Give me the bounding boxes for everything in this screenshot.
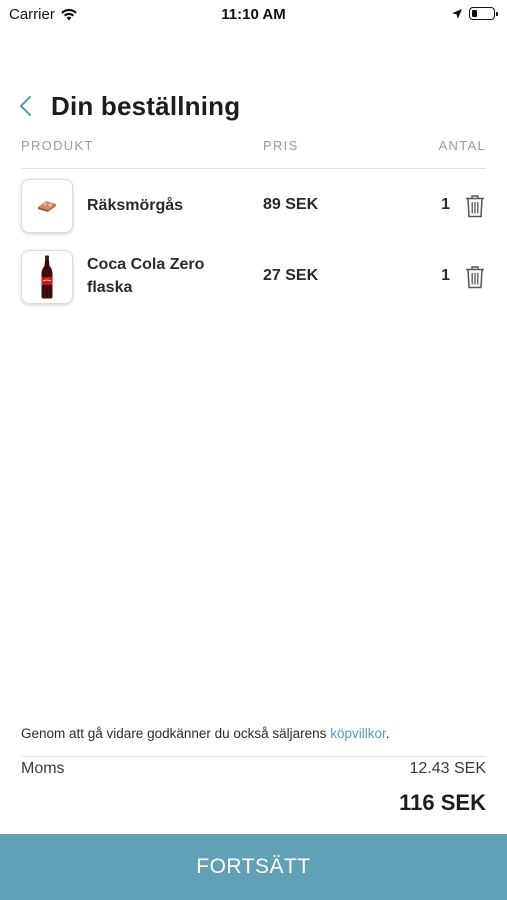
- terms-link[interactable]: köpvillkor: [330, 726, 386, 741]
- status-time: 11:10 AM: [221, 6, 286, 23]
- order-item: Coca Cola Zero flaska 27 SEK 1: [21, 250, 486, 304]
- item-quantity: 1: [441, 196, 450, 213]
- terms-text: Genom att gå vidare godkänner du också s…: [21, 726, 331, 741]
- continue-button-label: FORTSÄTT: [196, 855, 311, 878]
- divider: [21, 756, 486, 757]
- vat-value: 12.43 SEK: [409, 760, 487, 777]
- location-arrow-icon: [452, 8, 462, 19]
- chevron-left-icon: [20, 96, 31, 116]
- column-header-quantity: ANTAL: [438, 138, 486, 153]
- battery-icon: [469, 7, 498, 20]
- status-right-group: [451, 7, 498, 20]
- column-header-product: PRODUKT: [21, 138, 94, 153]
- continue-button[interactable]: FORTSÄTT: [0, 834, 507, 900]
- item-price: 89 SEK: [263, 196, 319, 213]
- item-price: 27 SEK: [263, 267, 319, 284]
- status-bar: Carrier 11:10 AM: [0, 0, 507, 30]
- page-header: Din beställning: [18, 86, 487, 126]
- shrimp-sandwich-image: [38, 201, 56, 212]
- terms-end: .: [385, 726, 390, 741]
- product-thumbnail: [21, 179, 73, 233]
- column-headers: PRODUKT PRIS ANTAL: [21, 138, 486, 154]
- trash-icon[interactable]: [464, 194, 486, 218]
- vat-row: Moms 12.43 SEK: [21, 760, 486, 780]
- divider: [21, 168, 486, 169]
- page-title: Din beställning: [51, 90, 241, 121]
- column-header-price: PRIS: [263, 138, 299, 153]
- back-button[interactable]: [18, 89, 46, 123]
- trash-icon[interactable]: [464, 265, 486, 289]
- order-total: 116 SEK: [399, 790, 486, 815]
- item-quantity: 1: [441, 267, 450, 284]
- item-name: Räksmörgås: [87, 197, 184, 214]
- cola-bottle-image: [41, 255, 53, 299]
- item-name: Coca Cola Zero flaska: [87, 256, 205, 296]
- order-item: Räksmörgås 89 SEK 1: [21, 179, 486, 233]
- vat-label: Moms: [21, 760, 65, 777]
- product-thumbnail: [21, 250, 73, 304]
- terms-notice: Genom att gå vidare godkänner du också s…: [21, 726, 486, 741]
